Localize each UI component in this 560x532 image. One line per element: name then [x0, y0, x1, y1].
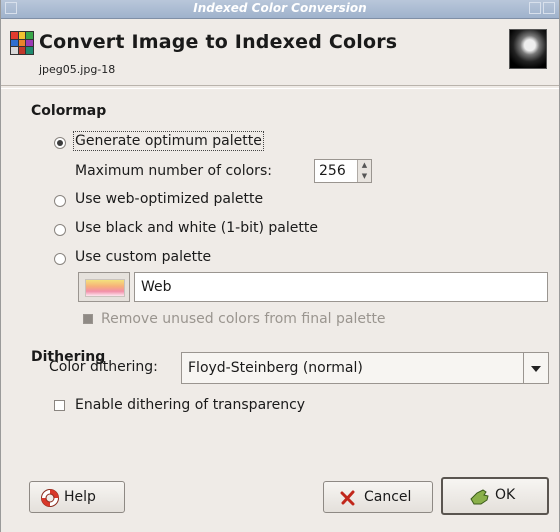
image-thumbnail — [509, 29, 547, 69]
custom-palette-field[interactable]: Web — [134, 272, 548, 302]
dialog-header: Convert Image to Indexed Colors jpeg05.j… — [1, 19, 559, 83]
label-generate-optimum[interactable]: Generate optimum palette — [73, 131, 264, 151]
dialog-heading: Convert Image to Indexed Colors — [39, 31, 398, 53]
ok-button[interactable]: OK — [441, 477, 549, 515]
colormap-heading: Colormap — [31, 103, 107, 119]
cancel-button[interactable]: Cancel — [323, 481, 433, 513]
ok-label: OK — [495, 487, 516, 503]
palette-swatch — [85, 279, 125, 297]
remove-unused-label: Remove unused colors from final palette — [101, 311, 386, 327]
max-colors-label: Maximum number of colors: — [75, 163, 272, 179]
color-dithering-label: Color dithering: — [49, 359, 158, 375]
cancel-label: Cancel — [364, 489, 412, 505]
dialog-window: Indexed Color Conversion Convert Image t… — [0, 0, 560, 532]
spin-up-icon[interactable]: ▲ — [358, 160, 371, 171]
color-dithering-select[interactable]: Floyd-Steinberg (normal) — [181, 352, 549, 384]
close-icon[interactable] — [543, 2, 555, 14]
chevron-down-icon[interactable] — [523, 353, 548, 383]
max-colors-spinbox[interactable]: 256 ▲ ▼ — [314, 159, 372, 183]
header-separator — [1, 85, 559, 89]
label-web-optimized[interactable]: Use web-optimized palette — [75, 191, 263, 207]
radio-generate-optimum[interactable] — [54, 137, 66, 149]
image-name: jpeg05.jpg-18 — [39, 63, 116, 76]
help-button[interactable]: Help — [29, 481, 125, 513]
label-black-white[interactable]: Use black and white (1-bit) palette — [75, 220, 318, 236]
enable-transparency-label[interactable]: Enable dithering of transparency — [75, 397, 305, 413]
title-bar[interactable]: Indexed Color Conversion — [1, 0, 559, 19]
spin-down-icon[interactable]: ▼ — [358, 171, 371, 182]
max-colors-value[interactable]: 256 — [319, 163, 346, 179]
color-dithering-value[interactable]: Floyd-Steinberg (normal) — [188, 360, 363, 376]
enable-transparency-checkbox[interactable] — [54, 400, 65, 411]
radio-black-white[interactable] — [54, 224, 66, 236]
custom-palette-name: Web — [141, 279, 172, 295]
indexed-colors-icon — [10, 31, 34, 55]
thumbs-up-icon — [470, 489, 489, 505]
label-custom-palette[interactable]: Use custom palette — [75, 249, 211, 265]
remove-unused-checkbox[interactable] — [83, 314, 93, 324]
radio-custom-palette[interactable] — [54, 253, 66, 265]
maximize-icon[interactable] — [529, 2, 541, 14]
palette-select-button[interactable] — [78, 272, 130, 302]
lifebuoy-icon — [41, 489, 59, 507]
radio-web-optimized[interactable] — [54, 195, 66, 207]
window-title: Indexed Color Conversion — [193, 1, 367, 15]
help-label: Help — [64, 489, 96, 505]
spin-arrows[interactable]: ▲ ▼ — [357, 160, 371, 182]
cross-icon — [340, 490, 355, 506]
